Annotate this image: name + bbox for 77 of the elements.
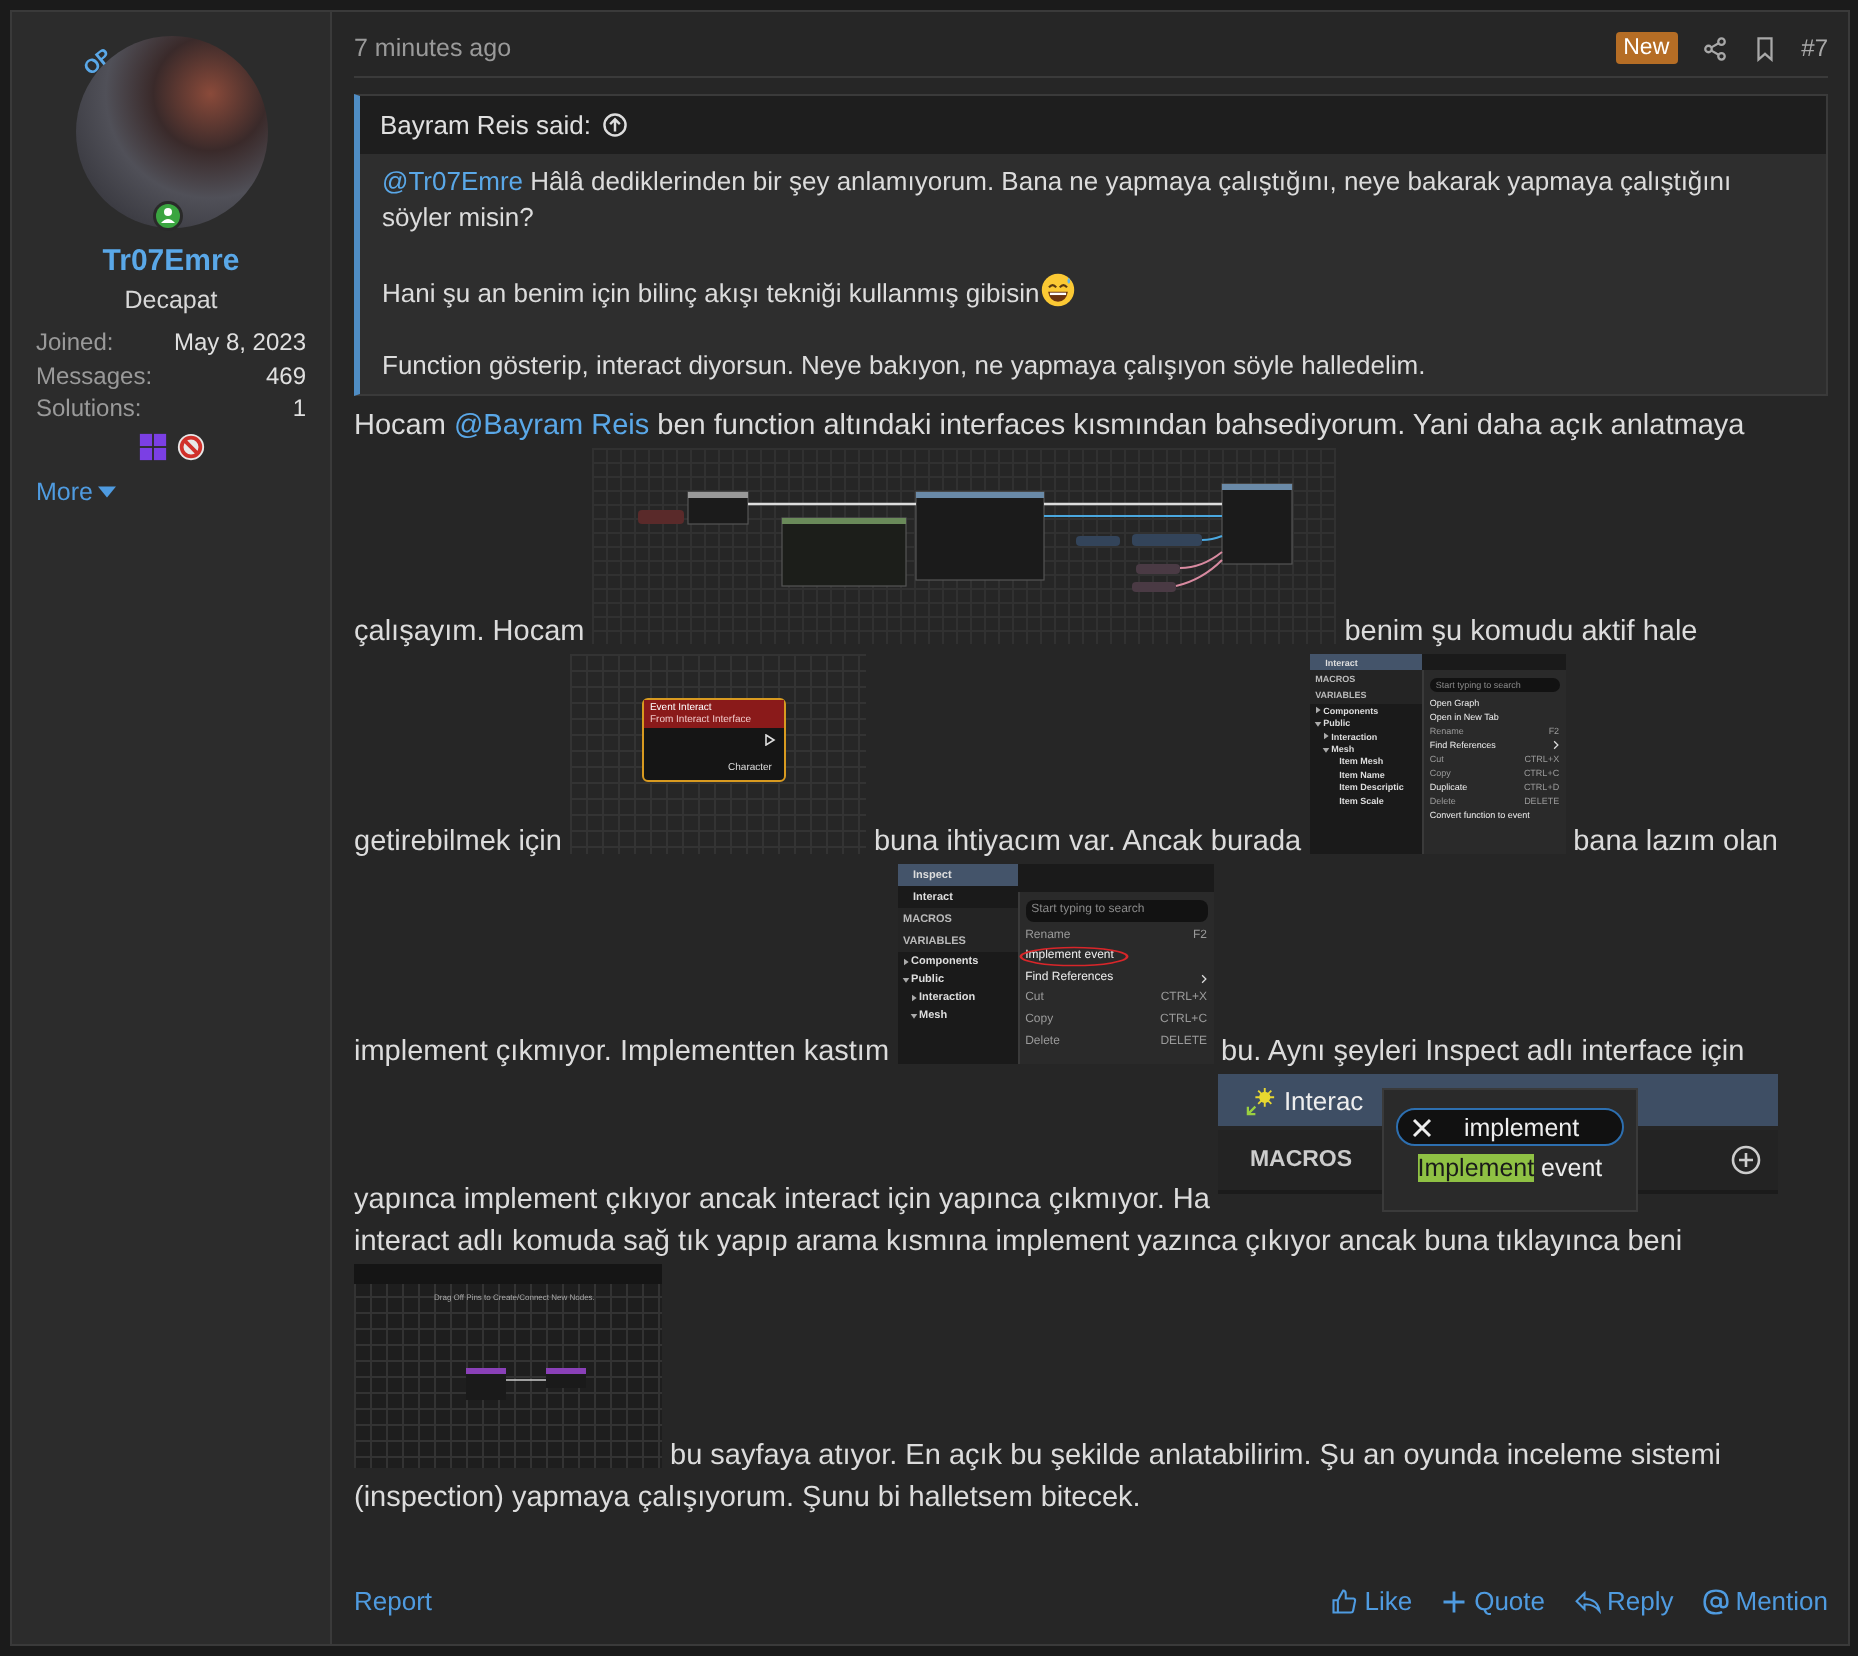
arrow-up-circle-icon[interactable] bbox=[602, 112, 629, 138]
user-mention-link[interactable]: @Bayram Reis bbox=[453, 406, 650, 448]
submenu-chevron-icon bbox=[1199, 973, 1208, 984]
post-text: bana lazım olan bbox=[1573, 824, 1778, 862]
post-text: getirebilmek için bbox=[354, 824, 562, 862]
post-text: benim şu komudu aktif hale bbox=[1344, 614, 1698, 652]
stat-label: Joined: bbox=[36, 326, 114, 359]
quote-text: Hani şu an benim için bilinç akışı tekniği kullanmış gibisin bbox=[382, 278, 1040, 308]
graph-node bbox=[466, 1368, 506, 1400]
search-popup-screenshot[interactable]: Interac MACROS implement Implement event bbox=[1217, 1074, 1778, 1212]
stat-value: 469 bbox=[265, 359, 306, 392]
like-link[interactable]: Like bbox=[1330, 1586, 1413, 1616]
mention-link[interactable]: Mention bbox=[1701, 1586, 1828, 1616]
quote-author[interactable]: Bayram Reis said: bbox=[380, 110, 591, 140]
report-link[interactable]: Report bbox=[354, 1586, 433, 1616]
expanded-arrow-icon[interactable] bbox=[901, 975, 910, 983]
quote-text: @Tr07Emre Hâlâ dediklerinden bir şey anlamıyorum. Bana ne yapmaya çalıştığını, neye bakarak yapmaya çalıştığını söyler misin? bbox=[382, 164, 1734, 236]
post-text: buna ihtiyacım var. Ancak burada bbox=[873, 824, 1302, 862]
search-field[interactable]: implement bbox=[1395, 1108, 1624, 1146]
reply-link[interactable]: Reply bbox=[1573, 1586, 1674, 1616]
share-icon[interactable] bbox=[1701, 35, 1728, 61]
graph-node bbox=[546, 1368, 586, 1388]
more-link[interactable]: More bbox=[36, 477, 117, 505]
function-item[interactable]: Interac bbox=[1283, 1085, 1364, 1115]
stat-value: May 8, 2023 bbox=[173, 326, 306, 359]
close-icon[interactable] bbox=[1411, 1117, 1432, 1137]
interface-function-icon bbox=[1245, 1085, 1276, 1115]
post-text: implement çıkmıyor. Implementten kastım bbox=[354, 1034, 890, 1072]
graph-node bbox=[915, 491, 1046, 581]
post-text: (inspection) yapmaya çalışıyorum. Şunu bi halletsem bitecek. bbox=[354, 1480, 1141, 1518]
post-text: Hocam bbox=[354, 408, 446, 446]
new-badge: New bbox=[1615, 32, 1678, 64]
post-time[interactable]: 7 minutes ago bbox=[354, 34, 512, 62]
no-entry-badge-icon bbox=[175, 431, 205, 461]
expanded-arrow-icon[interactable] bbox=[1313, 719, 1322, 728]
stat-label: Solutions: bbox=[36, 392, 142, 425]
stat-label: Messages: bbox=[36, 359, 153, 392]
at-sign-icon bbox=[1701, 1587, 1730, 1615]
expanded-arrow-icon[interactable] bbox=[909, 1011, 918, 1019]
post-text: interact adlı komuda sağ tık yapıp arama kısmına implement yazınca çıkıyor ancak buna tıklayınca beni bbox=[354, 1224, 1683, 1262]
post-number-link[interactable]: #7 bbox=[1801, 34, 1828, 62]
plus-icon bbox=[1440, 1587, 1469, 1615]
graph-node bbox=[1132, 582, 1177, 592]
graph-node bbox=[781, 517, 908, 587]
add-icon[interactable] bbox=[1729, 1144, 1762, 1176]
quote-text: Function gösterip, interact diyorsun. Neye bakıyon, ne yapmaya çalışıyon söyle halledelim. bbox=[382, 348, 1428, 384]
collapsed-arrow-icon[interactable] bbox=[1313, 706, 1322, 715]
quote-link[interactable]: Quote bbox=[1440, 1586, 1545, 1616]
windows-logo-icon bbox=[137, 431, 167, 461]
caret-icon bbox=[98, 485, 117, 497]
post-text: bu. Aynı şeyleri Inspect adlı interface için bbox=[1221, 1034, 1745, 1072]
collapsed-arrow-icon[interactable] bbox=[1321, 732, 1330, 741]
graph-node bbox=[1221, 483, 1294, 565]
sweat-smile-emoji-icon bbox=[1039, 272, 1076, 308]
post-text: çalışayım. Hocam bbox=[354, 614, 585, 652]
post-text: bu sayfaya atıyor. En açık bu şekilde anlatabilirim. Şu an oyunda inceleme sistemi bbox=[670, 1438, 1721, 1476]
reply-arrow-icon bbox=[1573, 1587, 1601, 1615]
graph-node bbox=[1076, 536, 1121, 546]
submenu-chevron-icon bbox=[1551, 740, 1560, 750]
context-menu-screenshot[interactable] bbox=[1309, 654, 1566, 854]
thumbs-up-icon bbox=[1330, 1587, 1359, 1615]
op-label: OP bbox=[79, 45, 116, 81]
section-header[interactable]: MACROS bbox=[1249, 1148, 1353, 1172]
expanded-arrow-icon[interactable] bbox=[1321, 745, 1330, 754]
stat-value: 1 bbox=[292, 392, 306, 425]
graph-node bbox=[1132, 534, 1203, 546]
exec-wire bbox=[505, 1379, 547, 1381]
post-text: yapınca implement çıkıyor ancak interact için yapınca çıkmıyor. Ha bbox=[354, 1182, 1210, 1220]
post-text: ben function altındaki interfaces kısmından bahsediyorum. Yani daha açık anlatmaya bbox=[657, 408, 1745, 446]
bookmark-icon[interactable] bbox=[1751, 35, 1778, 61]
user-title: Decapat bbox=[124, 286, 218, 314]
user-mention-link[interactable]: @Tr07Emre bbox=[382, 166, 524, 196]
username-link[interactable]: Tr07Emre bbox=[102, 244, 240, 278]
graph-node bbox=[1136, 564, 1181, 574]
exec-pin-icon bbox=[763, 734, 776, 746]
data-wire bbox=[1201, 535, 1224, 541]
blueprint-graph-screenshot[interactable] bbox=[592, 448, 1337, 644]
